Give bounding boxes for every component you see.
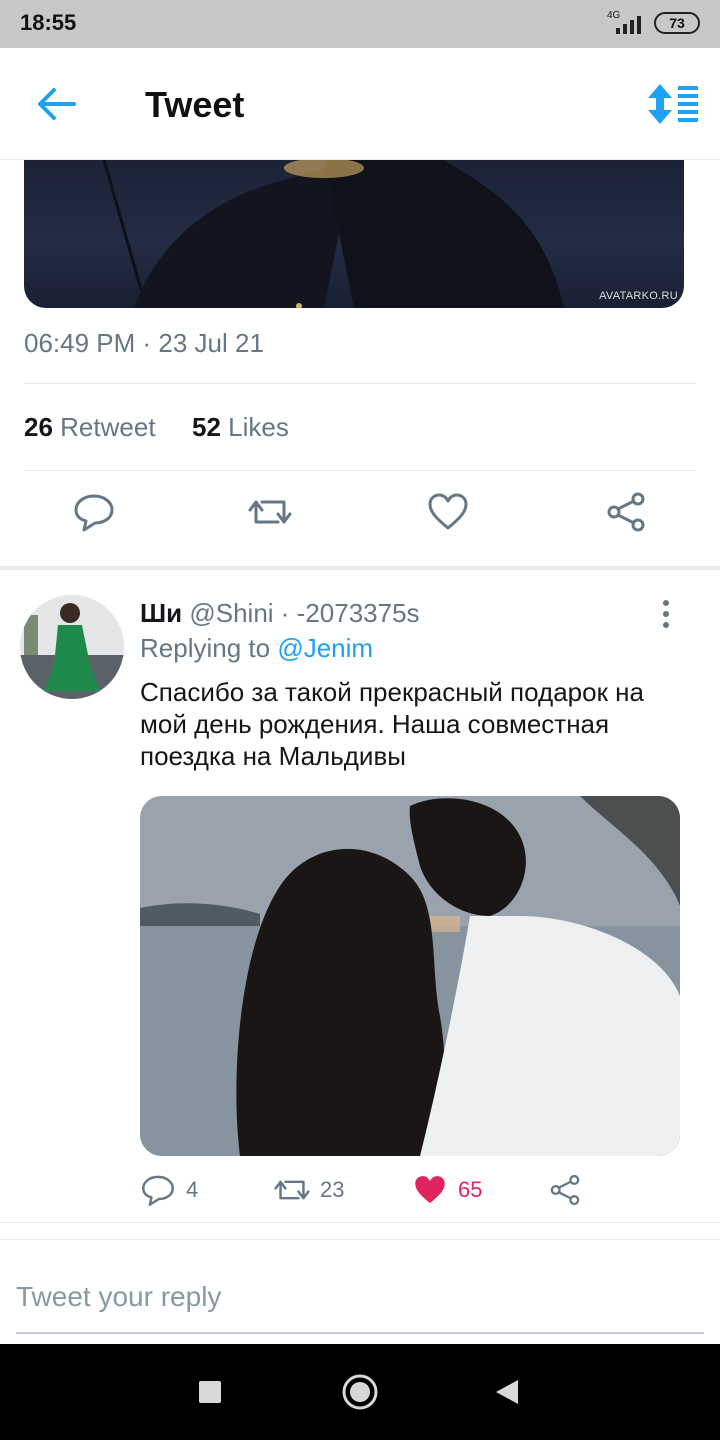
heart-icon[interactable] (426, 490, 470, 534)
back-icon[interactable] (488, 1372, 528, 1412)
reply-icon[interactable] (72, 490, 116, 534)
signal-icon (616, 16, 641, 34)
retweet-icon (274, 1180, 310, 1200)
tweet-image-art (102, 160, 564, 308)
sort-icon[interactable] (644, 82, 700, 126)
reply-author-handle: @Shini · -2073375s (189, 598, 420, 628)
reply-like-button[interactable]: 65 (412, 1170, 482, 1210)
like-label[interactable]: Likes (228, 412, 289, 442)
reply-author-line: Ши @Shini · -2073375s (140, 598, 420, 629)
status-bar: 18:55 4G 73 (0, 0, 720, 48)
retweet-count[interactable]: 26 (24, 412, 53, 442)
back-arrow-icon[interactable] (34, 84, 78, 124)
share-icon[interactable] (604, 490, 648, 534)
reply-retweet-button[interactable]: 23 (274, 1170, 344, 1210)
reply-image-art (140, 796, 680, 1156)
reply-count: 4 (186, 1177, 199, 1202)
recents-icon[interactable] (190, 1372, 230, 1412)
reply-author-name[interactable]: Ши (140, 598, 182, 628)
replying-to-label: Replying to (140, 633, 271, 663)
tweet-timestamp: 06:49 PM · 23 Jul 21 (24, 328, 264, 358)
reply-reply-button[interactable]: 4 (140, 1170, 198, 1210)
retweet-label[interactable]: Retweet (60, 412, 155, 442)
compose-separator (0, 1222, 720, 1240)
reply-share-button[interactable] (548, 1170, 582, 1210)
tweet-action-bar (0, 490, 720, 550)
divider (24, 383, 696, 384)
reply-text: Спасибо за такой прекрасный подарок на м… (140, 677, 644, 771)
status-time: 18:55 (20, 10, 77, 35)
divider (24, 470, 696, 471)
system-nav-bar (0, 1344, 720, 1440)
image-watermark: AVATARKO.RU (599, 290, 678, 302)
app-header: Tweet (0, 48, 720, 160)
retweet-icon[interactable] (248, 490, 292, 534)
tweet-stats: 26 Retweet 52 Likes (24, 412, 289, 443)
avatar[interactable] (20, 595, 124, 699)
reply-image[interactable] (140, 796, 680, 1156)
home-icon[interactable] (340, 1372, 380, 1412)
reply-icon (142, 1175, 174, 1206)
replying-to-line: Replying to @Jenim (140, 633, 373, 664)
reply-input[interactable] (16, 1262, 704, 1334)
battery-indicator: 73 (654, 12, 700, 34)
tweet-image[interactable]: AVATARKO.RU (24, 160, 684, 308)
retweet-count: 23 (320, 1177, 345, 1202)
like-count[interactable]: 52 (192, 412, 221, 442)
avatar-art (20, 595, 124, 699)
share-icon (550, 1174, 580, 1206)
page-title: Tweet (145, 84, 245, 125)
like-count: 65 (458, 1177, 483, 1202)
replying-to-mention[interactable]: @Jenim (277, 633, 373, 663)
reply-action-bar: 4 23 65 (140, 1170, 700, 1210)
heart-filled-icon (415, 1176, 445, 1204)
more-options-icon[interactable] (656, 598, 676, 630)
section-separator (0, 566, 720, 570)
